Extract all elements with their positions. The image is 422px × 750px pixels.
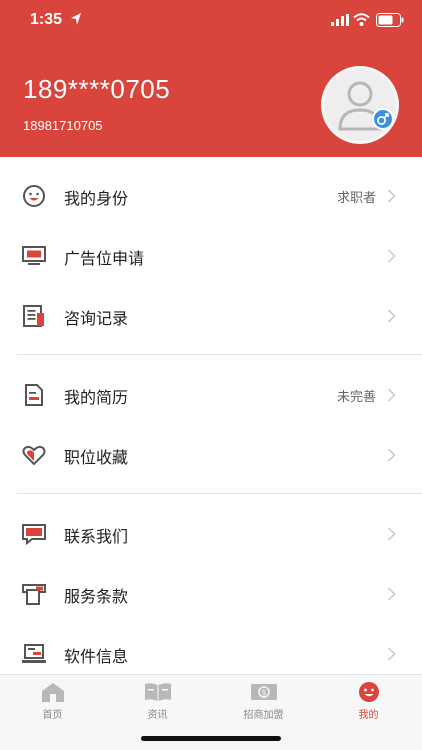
document-icon [25, 384, 43, 406]
tab-label-home: 首页 [42, 710, 63, 721]
menu-item-consult-records[interactable]: 咨询记录 [0, 286, 422, 346]
status-bar: 1:35 [0, 0, 422, 42]
tab-label-mine: 我的 [358, 710, 379, 721]
monitor-icon [22, 246, 46, 265]
resume-status: 未完善 [336, 390, 376, 405]
home-indicator [141, 736, 281, 741]
menu-label-favorites: 职位收藏 [64, 448, 129, 467]
chevron-right-icon [387, 647, 396, 661]
chat-icon [22, 524, 46, 546]
avatar[interactable] [321, 66, 399, 144]
menu-label-contact: 联系我们 [64, 527, 129, 546]
tab-home[interactable]: 首页 [0, 675, 105, 725]
tab-label-news: 资讯 [147, 710, 168, 721]
menu-label-resume: 我的简历 [64, 388, 129, 407]
tab-label-franchise: 招商加盟 [243, 710, 284, 721]
signal-icon [331, 14, 349, 26]
chevron-right-icon [387, 587, 396, 601]
menu-item-contact[interactable]: 联系我们 [0, 504, 422, 564]
records-icon [23, 305, 44, 327]
chevron-right-icon [387, 249, 396, 263]
chevron-right-icon [387, 388, 396, 402]
home-icon [42, 683, 64, 702]
menu-label-terms: 服务条款 [64, 587, 129, 606]
menu-label-ad-apply: 广告位申请 [64, 249, 145, 268]
phone-number: 18981710705 [23, 118, 103, 133]
menu-item-resume[interactable]: 我的简历 未完善 [0, 365, 422, 425]
chevron-right-icon [387, 527, 396, 541]
wifi-icon [353, 13, 370, 26]
chevron-right-icon [387, 189, 396, 203]
location-arrow-icon [71, 13, 81, 25]
tab-news[interactable]: 资讯 [105, 675, 210, 725]
profile-header: 189****0705 18981710705 [0, 42, 422, 157]
face-icon [23, 185, 45, 207]
svg-text:$: $ [261, 688, 266, 697]
male-badge-icon [372, 108, 394, 130]
tab-mine[interactable]: 我的 [316, 675, 421, 725]
menu-label-consult-records: 咨询记录 [64, 309, 129, 328]
status-time: 1:35 [30, 11, 63, 28]
tab-franchise[interactable]: $ 招商加盟 [211, 675, 316, 725]
chevron-right-icon [387, 448, 396, 462]
money-icon: $ [251, 684, 277, 700]
section-divider [17, 354, 422, 355]
menu-item-terms[interactable]: 服务条款 [0, 564, 422, 624]
heart-icon [22, 445, 46, 466]
menu-label-software-info: 软件信息 [64, 647, 129, 666]
menu-item-favorites[interactable]: 职位收藏 [0, 425, 422, 485]
masked-phone-number: 189****0705 [23, 74, 171, 104]
identity-value: 求职者 [336, 191, 376, 206]
news-icon [145, 683, 171, 701]
section-divider [17, 493, 422, 494]
menu-label-identity: 我的身份 [64, 189, 129, 208]
laptop-icon [22, 644, 46, 663]
terms-icon [22, 584, 46, 605]
battery-icon [376, 13, 404, 27]
profile-face-icon [359, 682, 379, 702]
chevron-right-icon [387, 309, 396, 323]
menu-item-ad-apply[interactable]: 广告位申请 [0, 226, 422, 286]
menu-item-identity[interactable]: 我的身份 求职者 [0, 166, 422, 226]
